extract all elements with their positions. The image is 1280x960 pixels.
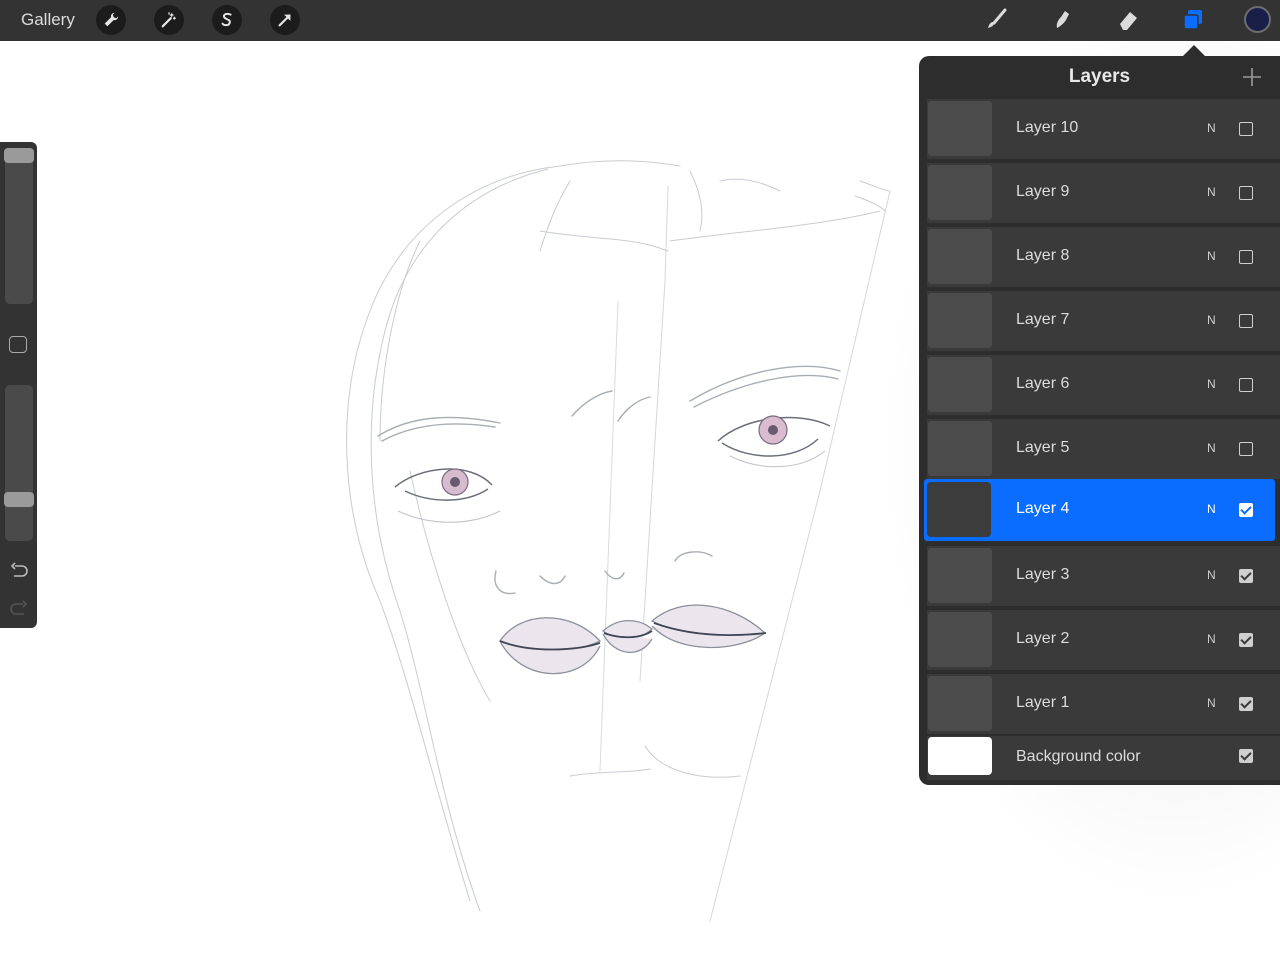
layer-name: Background color xyxy=(1016,748,1141,765)
blend-mode[interactable]: N xyxy=(1207,377,1216,391)
blend-mode[interactable]: N xyxy=(1207,313,1216,327)
adjustments-magic-wand-icon[interactable] xyxy=(154,5,184,35)
layer-thumbnail xyxy=(928,357,992,412)
panel-title: Layers xyxy=(1068,66,1131,87)
visibility-checkbox[interactable] xyxy=(1239,442,1253,456)
blend-mode[interactable]: N xyxy=(1207,632,1216,646)
layer-row[interactable]: Layer 9 N xyxy=(927,163,1280,223)
layer-name: Layer 3 xyxy=(1016,566,1070,583)
blend-mode[interactable]: N xyxy=(1207,185,1216,199)
actions-wrench-icon[interactable] xyxy=(96,5,126,35)
layer-row[interactable]: Layer 8 N xyxy=(927,227,1280,287)
layers-icon[interactable] xyxy=(1178,5,1208,35)
layer-name: Layer 6 xyxy=(1016,375,1070,392)
layers-panel: Layers Layer 10 N Layer 9 N Layer 8 N La… xyxy=(919,56,1280,785)
visibility-checkbox[interactable] xyxy=(1239,186,1253,200)
blend-mode[interactable]: N xyxy=(1207,568,1216,582)
eraser-icon[interactable] xyxy=(1113,5,1143,35)
blend-mode[interactable]: N xyxy=(1207,249,1216,263)
layer-row[interactable]: Layer 1 N xyxy=(927,674,1280,734)
undo-icon[interactable] xyxy=(8,560,30,582)
visibility-checkbox[interactable] xyxy=(1239,314,1253,328)
layer-thumbnail xyxy=(928,676,992,731)
layer-thumbnail xyxy=(928,612,992,667)
selection-icon[interactable] xyxy=(212,5,242,35)
layer-name: Layer 1 xyxy=(1016,694,1070,711)
visibility-checkbox[interactable] xyxy=(1239,633,1253,647)
layer-thumbnail xyxy=(928,421,992,476)
layer-row-selected[interactable]: Layer 4 N xyxy=(924,479,1275,541)
top-toolbar: Gallery xyxy=(0,0,1280,41)
visibility-checkbox[interactable] xyxy=(1239,569,1253,583)
redo-icon[interactable] xyxy=(8,598,30,620)
layer-name: Layer 2 xyxy=(1016,630,1070,647)
layer-thumbnail xyxy=(928,229,992,284)
layer-thumbnail xyxy=(928,293,992,348)
brush-size-thumb[interactable] xyxy=(4,148,34,163)
layer-row[interactable]: Layer 2 N xyxy=(927,610,1280,670)
layer-name: Layer 4 xyxy=(1016,500,1070,517)
layer-name: Layer 9 xyxy=(1016,183,1070,200)
background-color-row[interactable]: Background color xyxy=(927,736,1280,780)
layer-row[interactable]: Layer 7 N xyxy=(927,291,1280,351)
smudge-icon[interactable] xyxy=(1047,5,1077,35)
visibility-checkbox[interactable] xyxy=(1239,697,1253,711)
layer-name: Layer 8 xyxy=(1016,247,1070,264)
plus-icon[interactable] xyxy=(1241,66,1263,88)
modify-button[interactable] xyxy=(9,336,27,353)
left-sidebar xyxy=(0,142,37,628)
visibility-checkbox[interactable] xyxy=(1239,503,1253,517)
gallery-button[interactable]: Gallery xyxy=(21,10,75,30)
layer-name: Layer 7 xyxy=(1016,311,1070,328)
brush-icon[interactable] xyxy=(982,5,1012,35)
layer-thumbnail xyxy=(927,482,991,537)
layer-thumbnail xyxy=(928,548,992,603)
color-picker-swatch[interactable] xyxy=(1244,6,1271,33)
layer-thumbnail xyxy=(928,165,992,220)
layer-thumbnail xyxy=(928,101,992,156)
blend-mode[interactable]: N xyxy=(1207,121,1216,135)
layer-row[interactable]: Layer 6 N xyxy=(927,355,1280,415)
opacity-thumb[interactable] xyxy=(4,492,34,507)
background-color-swatch[interactable] xyxy=(928,737,992,775)
blend-mode[interactable]: N xyxy=(1207,696,1216,710)
layer-row[interactable]: Layer 5 N xyxy=(927,419,1280,479)
blend-mode[interactable]: N xyxy=(1207,502,1216,516)
transform-arrow-icon[interactable] xyxy=(270,5,300,35)
visibility-checkbox[interactable] xyxy=(1239,749,1253,763)
layer-name: Layer 5 xyxy=(1016,439,1070,456)
visibility-checkbox[interactable] xyxy=(1239,122,1253,136)
layer-row[interactable]: Layer 10 N xyxy=(927,99,1280,159)
visibility-checkbox[interactable] xyxy=(1239,250,1253,264)
brush-size-slider[interactable] xyxy=(5,148,33,304)
visibility-checkbox[interactable] xyxy=(1239,378,1253,392)
layer-name: Layer 10 xyxy=(1016,119,1079,136)
opacity-slider[interactable] xyxy=(5,385,33,541)
blend-mode[interactable]: N xyxy=(1207,441,1216,455)
layer-row[interactable]: Layer 3 N xyxy=(927,546,1280,606)
